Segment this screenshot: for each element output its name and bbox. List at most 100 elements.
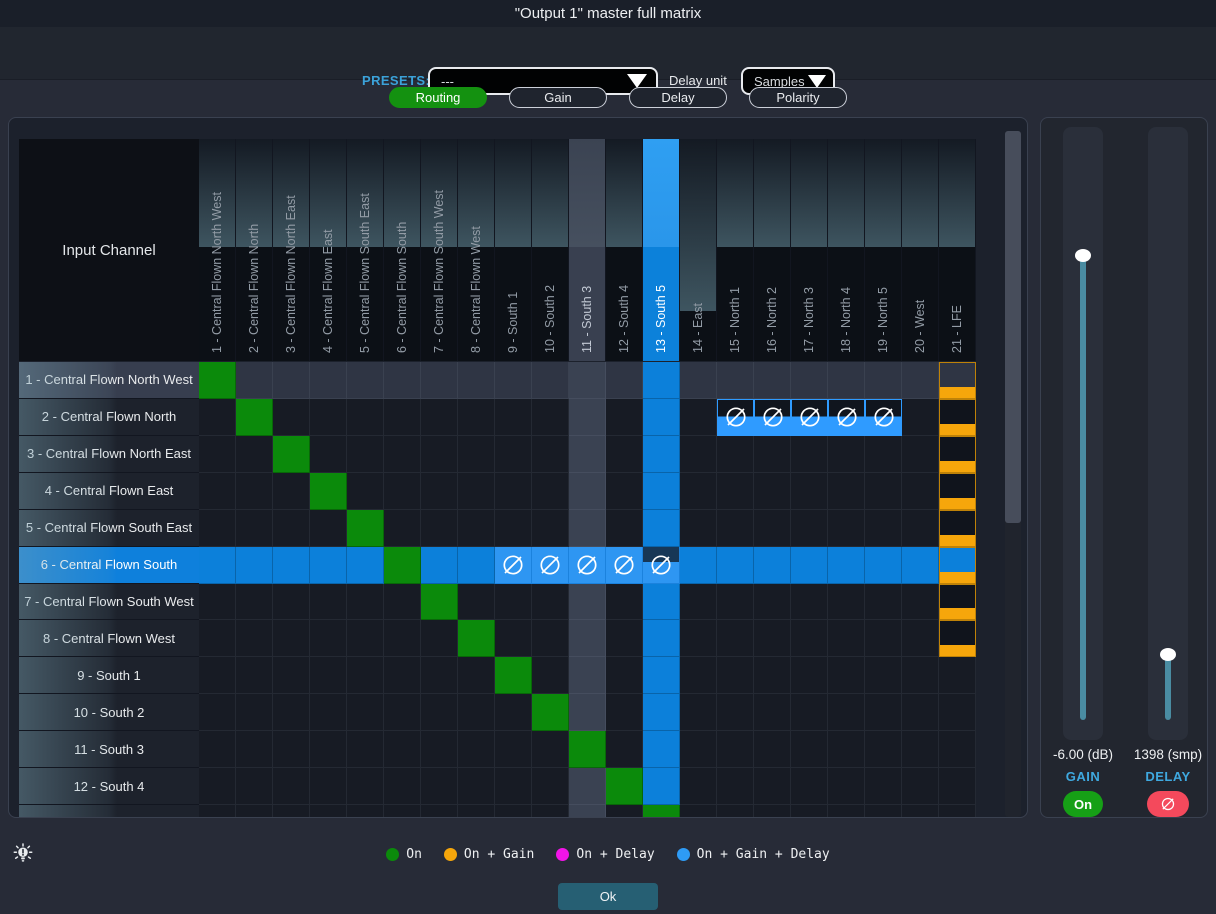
matrix-cell[interactable] [347,510,384,547]
matrix-scrollbar-thumb[interactable] [1005,131,1021,523]
matrix-cell[interactable] [495,805,532,817]
matrix-cell[interactable] [902,657,939,694]
matrix-cell[interactable] [680,584,717,621]
matrix-cell[interactable] [236,805,273,817]
matrix-cell[interactable] [532,510,569,547]
matrix-cell[interactable] [939,584,976,621]
matrix-cell[interactable] [310,399,347,436]
matrix-cell[interactable] [421,436,458,473]
delay-slider-thumb[interactable] [1160,648,1176,661]
matrix-cell[interactable] [643,657,680,694]
matrix-cell[interactable] [902,620,939,657]
matrix-cell[interactable] [680,547,717,584]
matrix-cell[interactable] [347,768,384,805]
matrix-cell[interactable] [865,473,902,510]
matrix-cell[interactable] [421,547,458,584]
matrix-cell[interactable] [680,473,717,510]
matrix-cell[interactable] [384,620,421,657]
matrix-cell[interactable] [347,399,384,436]
column-header[interactable]: 10 - South 2 [532,139,569,361]
matrix-cell[interactable] [791,362,828,399]
matrix-cell[interactable] [532,399,569,436]
matrix-cell[interactable] [458,694,495,731]
matrix-cell[interactable] [495,694,532,731]
column-header[interactable]: 20 - West [902,139,939,361]
matrix-cell[interactable] [421,584,458,621]
matrix-cell[interactable] [680,768,717,805]
matrix-cell[interactable] [199,657,236,694]
matrix-cell[interactable] [606,731,643,768]
column-header[interactable]: 7 - Central Flown South West [421,139,458,361]
matrix-cell[interactable] [532,620,569,657]
ok-button[interactable]: Ok [558,883,658,910]
matrix-cell[interactable] [458,510,495,547]
matrix-cell[interactable] [717,805,754,817]
matrix-cell[interactable] [347,473,384,510]
matrix-cell[interactable] [643,694,680,731]
matrix-cell[interactable] [495,768,532,805]
matrix-cell[interactable] [680,399,717,436]
matrix-cell[interactable] [384,731,421,768]
matrix-cell[interactable] [939,768,976,805]
matrix-cell[interactable] [273,805,310,817]
matrix-cell[interactable] [199,620,236,657]
matrix-cell[interactable] [384,657,421,694]
matrix-cell[interactable] [310,768,347,805]
matrix-cell[interactable] [569,473,606,510]
column-header[interactable]: 21 - LFE [939,139,976,361]
matrix-cell[interactable] [902,473,939,510]
column-header[interactable]: 16 - North 2 [754,139,791,361]
matrix-cell[interactable] [717,620,754,657]
matrix-cell[interactable] [199,510,236,547]
column-header[interactable]: 15 - North 1 [717,139,754,361]
matrix-cell[interactable] [606,694,643,731]
matrix-cell[interactable] [754,399,791,436]
matrix-cell[interactable] [606,657,643,694]
matrix-cell[interactable] [828,547,865,584]
matrix-cell[interactable] [384,362,421,399]
matrix-cell[interactable] [606,510,643,547]
matrix-cell[interactable] [754,510,791,547]
matrix-cell[interactable] [791,547,828,584]
matrix-cell[interactable] [643,805,680,817]
matrix-cell[interactable] [421,362,458,399]
matrix-cell[interactable] [754,657,791,694]
matrix-cell[interactable] [569,362,606,399]
matrix-cell[interactable] [643,768,680,805]
column-header[interactable]: 12 - South 4 [606,139,643,361]
matrix-cell[interactable] [273,510,310,547]
tab-gain[interactable]: Gain [509,87,607,108]
matrix-cell[interactable] [310,473,347,510]
matrix-cell[interactable] [458,473,495,510]
matrix-cell[interactable] [347,547,384,584]
matrix-cell[interactable] [865,584,902,621]
matrix-cell[interactable] [902,584,939,621]
matrix-cell[interactable] [199,694,236,731]
matrix-cell[interactable] [273,768,310,805]
matrix-cell[interactable] [310,805,347,817]
matrix-cell[interactable] [569,768,606,805]
column-header[interactable]: 4 - Central Flown East [310,139,347,361]
matrix-cell[interactable] [680,731,717,768]
matrix-cell[interactable] [458,805,495,817]
matrix-cell[interactable] [865,547,902,584]
matrix-cell[interactable] [643,436,680,473]
matrix-cell[interactable] [347,694,384,731]
gain-slider-thumb[interactable] [1075,249,1091,262]
matrix-cell[interactable] [569,436,606,473]
matrix-cell[interactable] [569,547,606,584]
matrix-cell[interactable] [199,805,236,817]
column-header[interactable]: 14 - East [680,139,717,361]
matrix-cell[interactable] [865,510,902,547]
matrix-cell[interactable] [791,620,828,657]
column-header[interactable]: 1 - Central Flown North West [199,139,236,361]
matrix-cell[interactable] [939,657,976,694]
matrix-cell[interactable] [384,436,421,473]
tab-polarity[interactable]: Polarity [749,87,847,108]
matrix-cell[interactable] [791,510,828,547]
matrix-cell[interactable] [347,620,384,657]
matrix-cell[interactable] [606,620,643,657]
matrix-cell[interactable] [680,805,717,817]
matrix-cell[interactable] [902,436,939,473]
matrix-cell[interactable] [643,620,680,657]
